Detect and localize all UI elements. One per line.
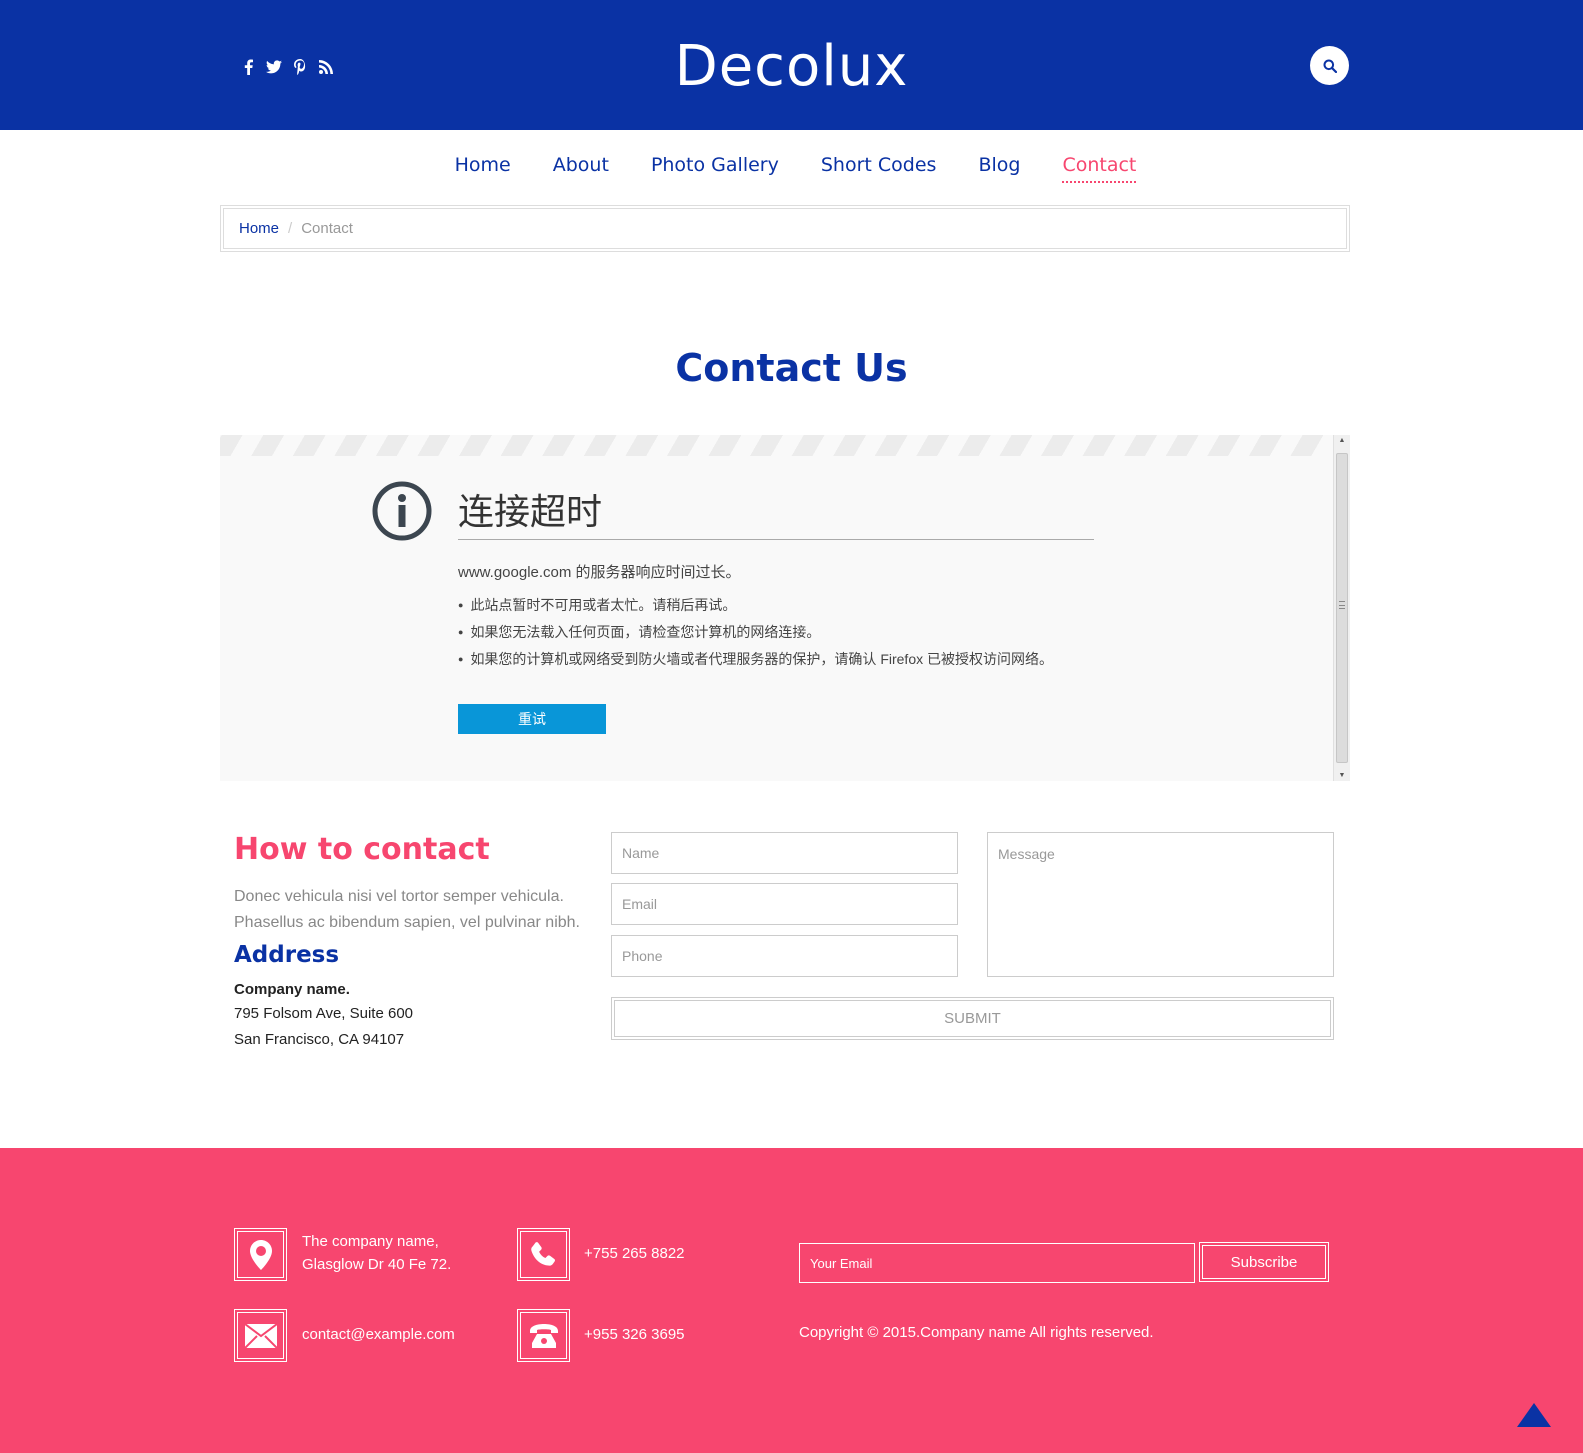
telephone-icon — [529, 1323, 558, 1348]
search-button[interactable] — [1310, 46, 1349, 85]
nav-item-contact[interactable]: Contact — [1062, 154, 1137, 183]
footer-phone-1: +755 265 8822 — [584, 1245, 685, 1262]
address-line-2: San Francisco, CA 94107 — [234, 1031, 405, 1048]
address-line-1: 795 Folsom Ave, Suite 600 — [234, 1005, 414, 1022]
nav-item-home[interactable]: Home — [455, 154, 511, 183]
name-input[interactable]: Name — [611, 832, 958, 874]
page-title: Contact Us — [675, 346, 908, 390]
search-icon — [1323, 59, 1337, 73]
message-textarea[interactable]: Message — [987, 832, 1334, 977]
email-input[interactable]: Email — [611, 883, 958, 925]
nav-item-photo-gallery[interactable]: Photo Gallery — [651, 154, 779, 183]
footer: The company name, Glasglow Dr 40 Fe 72. … — [0, 1148, 1583, 1453]
footer-phone-2: +955 326 3695 — [584, 1326, 685, 1343]
how-to-contact-text: Donec vehicula nisi vel tortor semper ve… — [234, 888, 580, 931]
footer-address-line-1: The company name, — [302, 1233, 439, 1250]
phone-icon-box — [517, 1228, 570, 1281]
main-nav: Home About Photo Gallery Short Codes Blo… — [0, 154, 1583, 183]
footer-address: The company name, Glasglow Dr 40 Fe 72. — [302, 1230, 451, 1276]
scroll-up-arrow-icon[interactable]: ▲ — [1334, 437, 1350, 444]
nav-item-about[interactable]: About — [553, 154, 609, 183]
list-item: 此站点暂时不可用或者太忙。请稍后再试。 — [458, 595, 1053, 622]
telephone-icon-box — [517, 1309, 570, 1362]
address-heading: Address — [234, 942, 340, 968]
footer-email[interactable]: contact@example.com — [302, 1323, 455, 1346]
back-to-top-icon[interactable] — [1517, 1403, 1551, 1427]
submit-button[interactable]: SUBMIT — [611, 997, 1334, 1040]
footer-address-line-2: Glasglow Dr 40 Fe 72. — [302, 1256, 452, 1273]
scroll-down-arrow-icon[interactable]: ▼ — [1334, 772, 1350, 779]
info-icon — [372, 481, 432, 541]
map-pin-icon — [249, 1239, 272, 1270]
email-icon-box — [234, 1309, 287, 1362]
breadcrumb-inner: Home / Contact — [223, 208, 1347, 249]
scrollbar-grip-icon — [1339, 601, 1345, 609]
subscribe-button[interactable]: Subscribe — [1199, 1242, 1329, 1282]
frame-stripes — [220, 435, 1332, 456]
phone-input[interactable]: Phone — [611, 935, 958, 977]
phone-icon — [530, 1241, 555, 1266]
error-description: www.google.com 的服务器响应时间过长。 — [458, 564, 741, 581]
list-item: 如果您的计算机或网络受到防火墙或者代理服务器的保护，请确认 Firefox 已被… — [458, 649, 1053, 676]
frame-scrollbar[interactable]: ▲ ▼ — [1333, 435, 1350, 781]
subscribe-button-label: Subscribe — [1202, 1245, 1326, 1279]
retry-button[interactable]: 重试 — [458, 704, 606, 734]
location-icon-box — [234, 1228, 287, 1281]
newsletter-email-input[interactable]: Your Email — [799, 1243, 1195, 1283]
submit-button-label: SUBMIT — [614, 1000, 1331, 1037]
how-to-contact-heading: How to contact — [234, 832, 490, 867]
breadcrumb-home-link[interactable]: Home — [239, 220, 279, 237]
map-iframe[interactable]: 连接超时 www.google.com 的服务器响应时间过长。 此站点暂时不可用… — [220, 435, 1350, 781]
address-company: Company name. — [234, 981, 350, 998]
error-title: 连接超时 — [458, 492, 603, 533]
error-divider — [458, 539, 1094, 540]
list-item: 如果您无法载入任何页面，请检查您计算机的网络连接。 — [458, 622, 1053, 649]
copyright-text: Copyright © 2015.Company name All rights… — [799, 1324, 1154, 1341]
breadcrumb: Home / Contact — [220, 205, 1350, 252]
nav-item-short-codes[interactable]: Short Codes — [821, 154, 937, 183]
header-bar: Decolux — [0, 0, 1583, 130]
error-suggestions: 此站点暂时不可用或者太忙。请稍后再试。 如果您无法载入任何页面，请检查您计算机的… — [458, 595, 1053, 676]
breadcrumb-separator: / — [288, 220, 293, 237]
nav-item-blog[interactable]: Blog — [978, 154, 1020, 183]
breadcrumb-current: Contact — [301, 220, 353, 237]
envelope-icon — [244, 1323, 277, 1348]
